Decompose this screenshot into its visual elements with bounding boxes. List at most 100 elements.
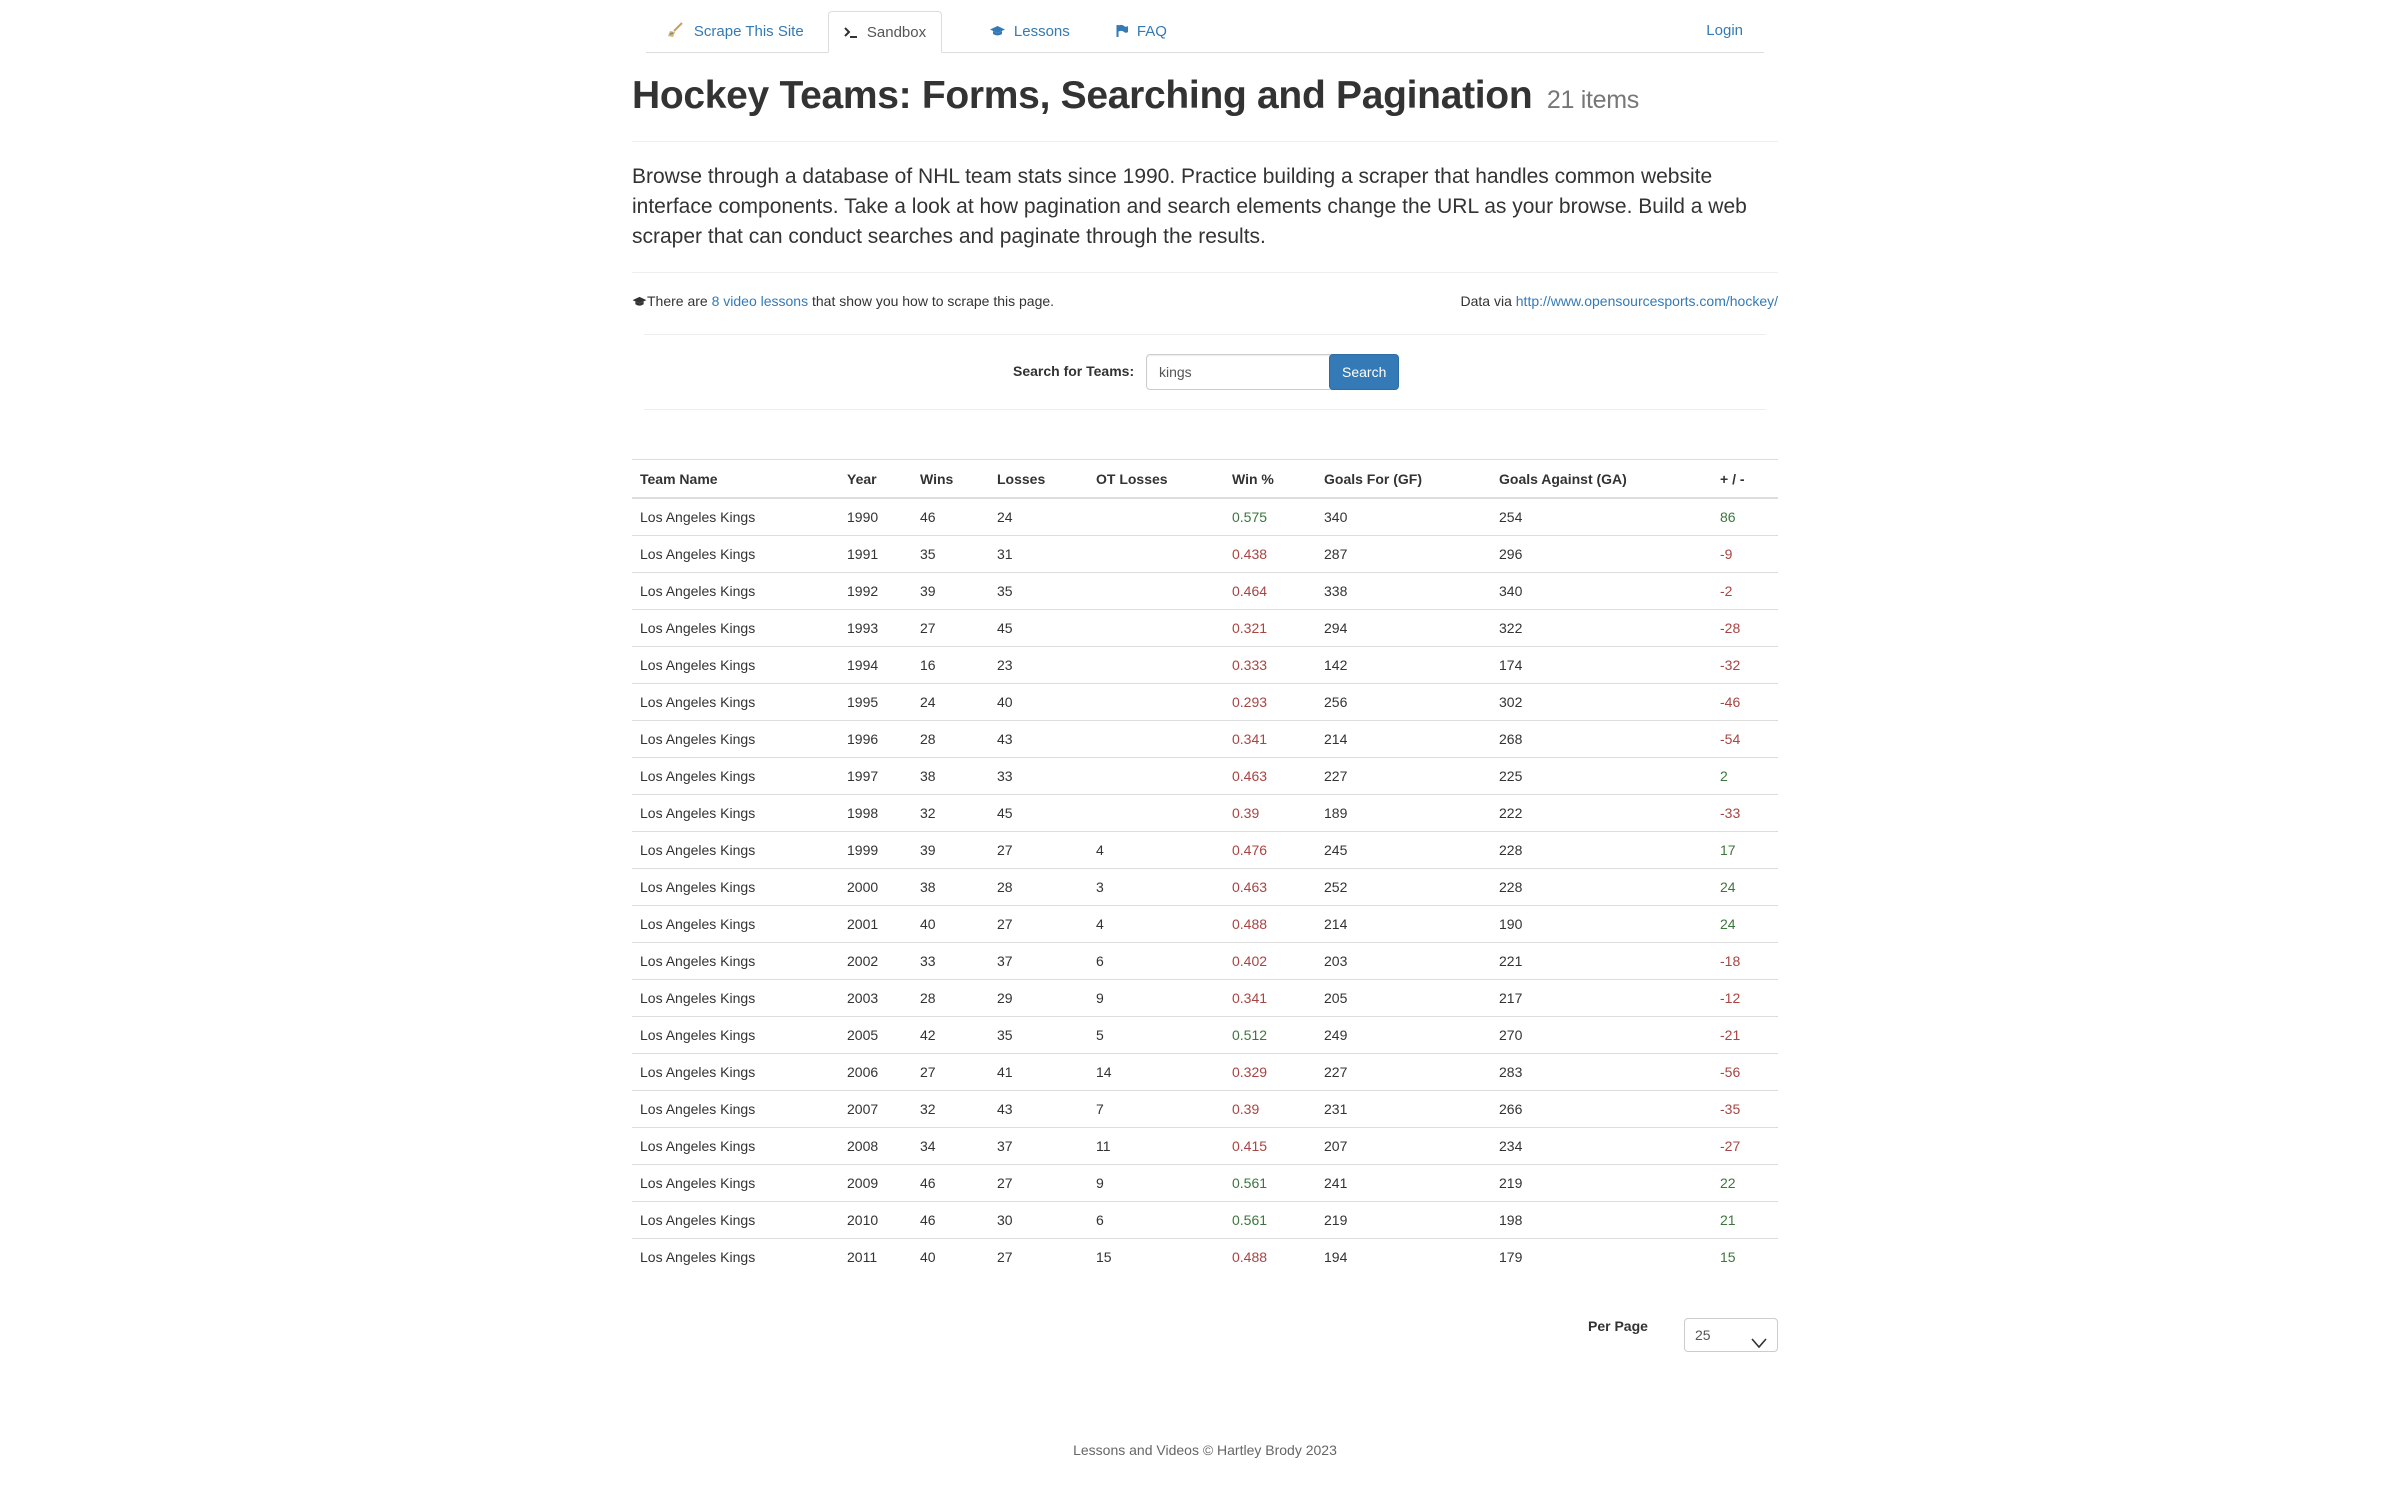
table-cell: 2003 — [839, 979, 912, 1017]
table-cell: 14 — [1088, 1053, 1224, 1091]
table-cell: 0.415 — [1224, 1127, 1316, 1165]
table-cell: 142 — [1316, 646, 1491, 684]
table-cell: 43 — [989, 720, 1088, 758]
table-cell: 46 — [912, 1164, 989, 1202]
table-cell: -32 — [1712, 646, 1778, 684]
table-cell: 23 — [989, 646, 1088, 684]
divider — [632, 272, 1778, 273]
login-link[interactable]: Login — [1691, 11, 1758, 51]
search-input[interactable] — [1146, 354, 1350, 390]
table-cell: 231 — [1316, 1090, 1491, 1128]
table-cell: 2009 — [839, 1164, 912, 1202]
table-cell: 219 — [1491, 1164, 1712, 1202]
table-cell: 0.438 — [1224, 535, 1316, 573]
table-cell: 227 — [1316, 1053, 1491, 1091]
teams-table: Team Name Year Wins Losses OT Losses Win… — [632, 459, 1778, 1275]
table-cell: 222 — [1491, 794, 1712, 832]
nav-sandbox[interactable]: Sandbox — [828, 11, 943, 53]
broom-icon — [667, 22, 689, 39]
table-cell: Los Angeles Kings — [632, 1238, 839, 1275]
nav-faq[interactable]: FAQ — [1101, 11, 1182, 51]
table-cell: 33 — [912, 942, 989, 980]
table-cell: -9 — [1712, 535, 1778, 573]
table-cell — [1088, 720, 1224, 758]
table-cell: 1999 — [839, 831, 912, 869]
nav-label: Scrape This Site — [693, 23, 804, 40]
table-cell: 1997 — [839, 757, 912, 795]
data-source-link[interactable]: http://www.opensourcesports.com/hockey/ — [1516, 293, 1778, 309]
table-row: Los Angeles Kings 2003 28 29 9 0.341 205 217 -12 — [632, 979, 1778, 1017]
table-cell: 24 — [1712, 905, 1778, 943]
table-cell: 6 — [1088, 1201, 1224, 1239]
table-row: Los Angeles Kings 1997 38 33 0.463 227 225 2 — [632, 757, 1778, 795]
table-cell: 338 — [1316, 572, 1491, 610]
table-cell: 0.512 — [1224, 1016, 1316, 1054]
table-cell: 194 — [1316, 1238, 1491, 1275]
table-cell: -12 — [1712, 979, 1778, 1017]
col-plus-minus: + / - — [1712, 459, 1778, 499]
table-cell: 39 — [912, 831, 989, 869]
table-cell: 245 — [1316, 831, 1491, 869]
table-cell: 27 — [989, 905, 1088, 943]
table-cell: 27 — [989, 1238, 1088, 1275]
table-cell: -21 — [1712, 1016, 1778, 1054]
table-cell — [1088, 572, 1224, 610]
table-cell: 9 — [1088, 1164, 1224, 1202]
table-cell: 5 — [1088, 1016, 1224, 1054]
table-row: Los Angeles Kings 2011 40 27 15 0.488 194 179 15 — [632, 1238, 1778, 1275]
table-cell: -18 — [1712, 942, 1778, 980]
table-cell: 266 — [1491, 1090, 1712, 1128]
table-cell: 46 — [920, 509, 936, 525]
table-cell — [1088, 794, 1224, 832]
per-page-select[interactable]: 25 — [1684, 1318, 1778, 1352]
table-cell: 1995 — [839, 683, 912, 721]
table-row: Los Angeles Kings 1992 39 35 0.464 338 340 -2 — [632, 572, 1778, 610]
nav-lessons[interactable]: Lessons — [975, 11, 1085, 51]
table-cell: 179 — [1491, 1238, 1712, 1275]
table-cell: 15 — [1088, 1238, 1224, 1275]
table-cell: -2 — [1712, 572, 1778, 610]
nav-label: Sandbox — [866, 24, 927, 41]
item-count: 21 items — [1546, 86, 1639, 114]
table-cell: 214 — [1316, 720, 1491, 758]
table-cell: Los Angeles Kings — [632, 831, 839, 869]
page-container: Scrape This Site Sandbox Lessons FAQ Log… — [632, 0, 1778, 1458]
table-cell: 174 — [1491, 646, 1712, 684]
table-cell: 35 — [912, 535, 989, 573]
table-cell: Los Angeles Kings — [640, 509, 756, 525]
table-cell: 24 — [997, 509, 1013, 525]
table-cell: 0.39 — [1224, 1090, 1316, 1128]
col-goals-against: Goals Against (GA) — [1491, 459, 1712, 499]
col-win-pct: Win % — [1224, 459, 1316, 499]
nav-label: FAQ — [1136, 23, 1167, 40]
table-cell: 227 — [1316, 757, 1491, 795]
table-cell: 27 — [912, 609, 989, 647]
table-cell: 11 — [1088, 1127, 1224, 1165]
table-cell: 283 — [1491, 1053, 1712, 1091]
table-cell: 9 — [1088, 979, 1224, 1017]
table-cell: 3 — [1088, 868, 1224, 906]
col-year: Year — [839, 459, 912, 499]
table-row: Los Angeles Kings 1995 24 40 0.293 256 302 -46 — [632, 683, 1778, 721]
table-cell: 2005 — [839, 1016, 912, 1054]
table-cell: Los Angeles Kings — [632, 1201, 839, 1239]
table-cell: -27 — [1712, 1127, 1778, 1165]
table-cell: 2000 — [839, 868, 912, 906]
video-lessons-link[interactable]: 8 video lessons — [712, 293, 809, 309]
table-cell: 2011 — [839, 1238, 912, 1275]
nav-scrape-this-site[interactable]: Scrape This Site — [652, 11, 819, 51]
table-cell: 33 — [989, 757, 1088, 795]
table-cell: 294 — [1316, 609, 1491, 647]
table-cell: -33 — [1712, 794, 1778, 832]
table-cell: 1993 — [839, 609, 912, 647]
chevron-down-icon — [1751, 1328, 1767, 1349]
table-cell: Los Angeles Kings — [632, 646, 839, 684]
table-cell: Los Angeles Kings — [632, 868, 839, 906]
table-cell: 287 — [1316, 535, 1491, 573]
table-cell: 207 — [1316, 1127, 1491, 1165]
search-button[interactable]: Search — [1329, 354, 1400, 390]
table-cell: 0.561 — [1224, 1164, 1316, 1202]
table-cell: Los Angeles Kings — [632, 942, 839, 980]
table-cell: 27 — [912, 1053, 989, 1091]
table-row: Los Angeles Kings 2010 46 30 6 0.561 219 198 21 — [632, 1201, 1778, 1239]
